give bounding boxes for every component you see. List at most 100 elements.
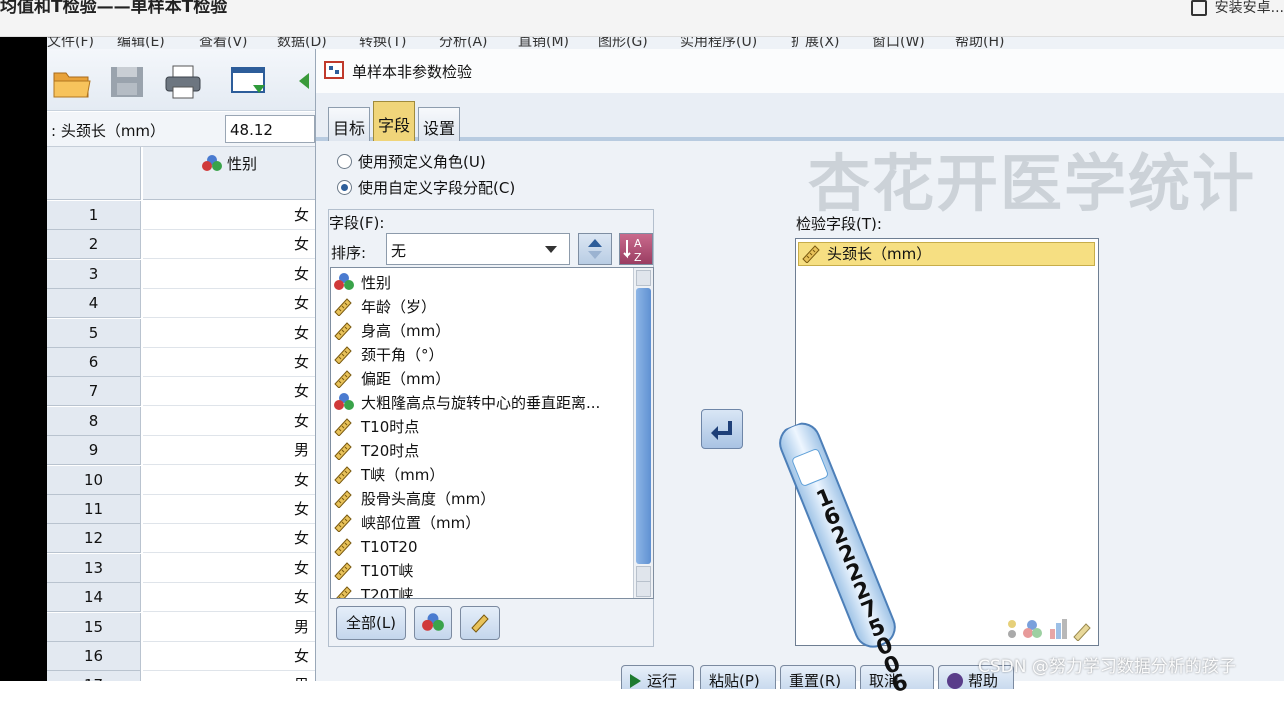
row-number[interactable]: 6 [47, 348, 141, 377]
menu-edit[interactable]: 编辑(E) [117, 37, 165, 49]
cell-value-input[interactable]: 48.12 [225, 115, 315, 143]
field-list-item[interactable]: T10T峡 [333, 560, 413, 584]
tab-objective[interactable]: 目标 [328, 107, 370, 141]
undo-icon[interactable] [295, 63, 315, 101]
row-number[interactable]: 7 [47, 377, 141, 407]
select-scale-button[interactable] [460, 606, 500, 640]
row-number[interactable]: 16 [47, 642, 141, 671]
menu-data[interactable]: 数据(D) [277, 37, 327, 49]
test-field-item[interactable]: 头颈长（mm） [798, 242, 1095, 266]
gender-cell[interactable]: 女 [143, 583, 315, 613]
print-icon[interactable] [163, 63, 203, 101]
gender-cell[interactable]: 女 [143, 289, 315, 319]
fields-list[interactable]: 性别 年龄（岁） 身高（mm） 颈干角（°） 偏距（mm） 大粗隆高点与旋转中心的垂直距离… [330, 267, 654, 599]
open-folder-icon[interactable] [52, 63, 92, 101]
row-number[interactable]: 15 [47, 612, 141, 642]
field-list-item[interactable]: 偏距（mm） [333, 368, 450, 392]
scroll-down-arrow[interactable] [636, 566, 651, 582]
sort-direction-button[interactable] [578, 233, 612, 265]
row-number[interactable]: 11 [47, 495, 141, 524]
gender-cell[interactable]: 女 [143, 348, 315, 377]
table-row[interactable]: 16 女 [47, 642, 315, 671]
tab-fields[interactable]: 字段 [373, 101, 415, 141]
field-list-item[interactable]: 性别 [333, 272, 391, 296]
gender-cell[interactable]: 女 [143, 377, 315, 407]
gender-cell[interactable]: 女 [143, 495, 315, 524]
menu-view[interactable]: 查看(V) [199, 37, 248, 49]
gender-cell[interactable]: 女 [143, 201, 315, 230]
move-field-button[interactable] [701, 409, 743, 449]
select-nominal-button[interactable] [414, 606, 452, 640]
field-list-item[interactable]: 年龄（岁） [333, 296, 436, 320]
row-number[interactable]: 10 [47, 465, 141, 495]
table-row[interactable]: 8女 [47, 406, 315, 436]
scroll-up-arrow[interactable] [636, 270, 651, 286]
menu-utilities[interactable]: 实用程序(U) [680, 37, 757, 49]
field-list-item[interactable]: 颈干角（°） [333, 344, 444, 368]
field-list-item[interactable]: 身高（mm） [333, 320, 450, 344]
field-list-item[interactable]: 峡部位置（mm） [333, 512, 480, 536]
menu-graphs[interactable]: 图形(G) [598, 37, 648, 49]
field-list-item[interactable]: T20T峡 [333, 584, 413, 598]
select-all-button[interactable]: 全部(L) [336, 606, 406, 640]
row-number[interactable]: 17 [47, 671, 141, 681]
sort-select[interactable]: 无 [386, 233, 570, 265]
field-list-item[interactable]: 大粗隆高点与旋转中心的垂直距离... [333, 392, 600, 416]
row-number[interactable]: 9 [47, 436, 141, 466]
table-row[interactable]: 3女 [47, 259, 315, 289]
gender-cell[interactable]: 女 [143, 554, 315, 583]
gender-cell[interactable]: 女 [143, 319, 315, 348]
scroll-bottom-arrow[interactable] [636, 581, 651, 597]
gender-cell[interactable]: 男 [143, 671, 315, 681]
field-list-item[interactable]: 股骨头高度（mm） [333, 488, 495, 512]
field-list-item[interactable]: T20时点 [333, 440, 419, 464]
menu-analyze[interactable]: 分析(A) [439, 37, 488, 49]
row-number[interactable]: 5 [47, 318, 141, 348]
table-row[interactable]: 6女 [47, 348, 315, 377]
dialog-recall-icon[interactable] [229, 63, 269, 101]
table-row[interactable]: 14 女 [47, 583, 315, 613]
table-row[interactable]: 9男 [47, 436, 315, 466]
sort-alpha-button[interactable]: A Z [619, 233, 653, 265]
column-header-gender[interactable]: 性别 [143, 147, 315, 200]
table-row[interactable]: 11 女 [47, 495, 315, 524]
run-button[interactable]: 运行 [621, 665, 694, 689]
field-list-item[interactable]: T10T20 [333, 536, 418, 560]
gender-cell[interactable]: 女 [143, 407, 315, 436]
table-row[interactable]: 7女 [47, 377, 315, 407]
radio-custom-fields[interactable]: 使用自定义字段分配(C) [337, 177, 515, 198]
table-row[interactable]: 13 女 [47, 553, 315, 583]
table-row[interactable]: 10 女 [47, 465, 315, 495]
table-row[interactable]: 17男 [47, 671, 315, 681]
menu-direct-marketing[interactable]: 直销(M) [518, 37, 569, 49]
row-number[interactable]: 2 [47, 230, 141, 260]
tab-settings[interactable]: 设置 [418, 107, 460, 141]
gender-cell[interactable]: 女 [143, 642, 315, 671]
save-icon[interactable] [107, 63, 147, 101]
install-app-button[interactable]: 安装安卓... [1190, 0, 1284, 18]
row-number[interactable]: 1 [47, 201, 141, 230]
menu-window[interactable]: 窗口(W) [872, 37, 925, 49]
table-row[interactable]: 5女 [47, 318, 315, 348]
scroll-thumb[interactable] [636, 288, 651, 564]
row-number[interactable]: 3 [47, 259, 141, 289]
menu-file[interactable]: 文件(F) [47, 37, 94, 49]
gender-cell[interactable]: 男 [143, 436, 315, 466]
menu-extensions[interactable]: 扩展(X) [791, 37, 840, 49]
row-number[interactable]: 8 [47, 406, 141, 436]
menu-help[interactable]: 帮助(H) [955, 37, 1004, 49]
gender-cell[interactable]: 女 [143, 524, 315, 554]
gender-cell[interactable]: 男 [143, 613, 315, 642]
field-list-item[interactable]: T峡（mm） [333, 464, 444, 488]
row-number[interactable]: 13 [47, 553, 141, 583]
reset-button[interactable]: 重置(R) [780, 665, 856, 689]
row-number[interactable]: 14 [47, 583, 141, 613]
field-list-item[interactable]: T10时点 [333, 416, 419, 440]
fields-scrollbar[interactable] [633, 268, 653, 598]
table-row[interactable]: 2女 [47, 230, 315, 260]
gender-cell[interactable]: 女 [143, 230, 315, 260]
paste-button[interactable]: 粘贴(P) [700, 665, 776, 689]
radio-predefined-roles[interactable]: 使用预定义角色(U) [337, 151, 486, 172]
table-row[interactable]: 4女 [47, 289, 315, 319]
row-number[interactable]: 12 [47, 524, 141, 554]
